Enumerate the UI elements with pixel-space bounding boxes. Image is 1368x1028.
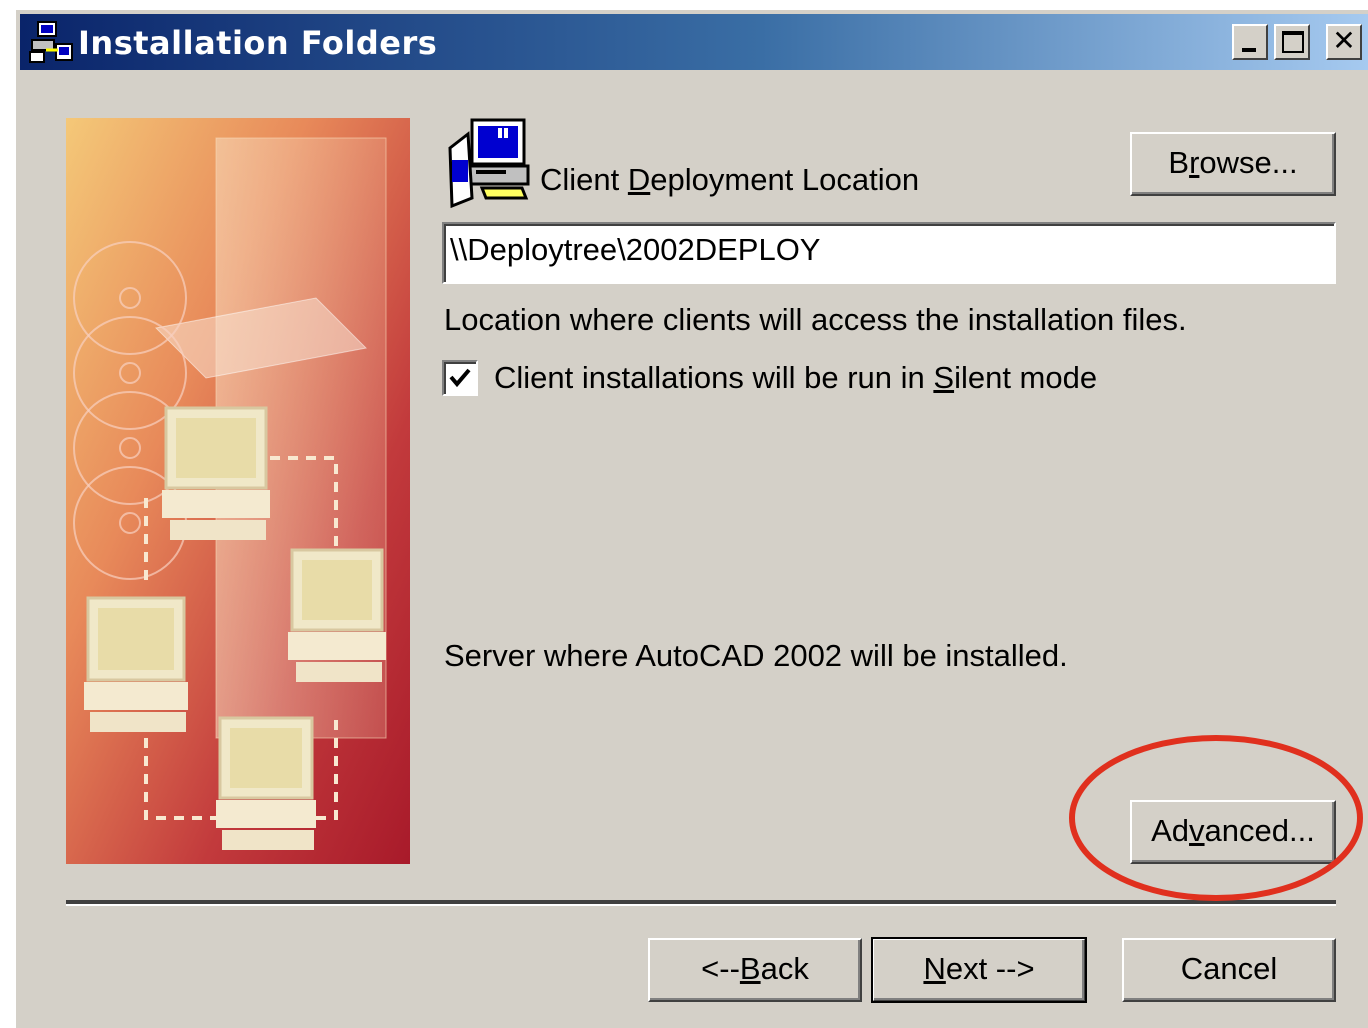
silent-mode-checkbox[interactable] [442, 360, 478, 396]
divider [66, 900, 1336, 906]
client-deployment-location-label: Client Deployment Location [540, 162, 920, 197]
network-illustration [66, 118, 410, 864]
maximize-button[interactable] [1274, 24, 1310, 60]
computer-1 [162, 406, 270, 540]
close-icon: ✕ [1332, 24, 1356, 57]
installation-folders-dialog: Installation Folders ✕ Client Deployment… [14, 8, 1368, 1028]
title-bar[interactable]: Installation Folders ✕ [20, 14, 1368, 70]
deployment-location-input[interactable]: \\Deploytree\2002DEPLOY [442, 222, 1336, 284]
back-button[interactable]: <--Back [648, 938, 862, 1002]
checkmark-icon [449, 368, 471, 388]
client-deployment-icon [448, 118, 530, 209]
window-title: Installation Folders [78, 24, 438, 62]
advanced-button[interactable]: Advanced... [1130, 800, 1336, 864]
close-button[interactable]: ✕ [1326, 24, 1362, 60]
minimize-button[interactable] [1232, 24, 1268, 60]
computer-2 [288, 548, 386, 682]
silent-mode-label[interactable]: Client installations will be run in Sile… [494, 360, 1097, 396]
browse-button[interactable]: Browse... [1130, 132, 1336, 196]
next-button[interactable]: Next --> [871, 937, 1087, 1003]
cancel-button[interactable]: Cancel [1122, 938, 1336, 1002]
computer-4 [216, 716, 316, 850]
deployment-location-hint: Location where clients will access the i… [444, 302, 1187, 337]
installer-icon [29, 21, 73, 63]
server-install-text: Server where AutoCAD 2002 will be instal… [444, 638, 1068, 673]
